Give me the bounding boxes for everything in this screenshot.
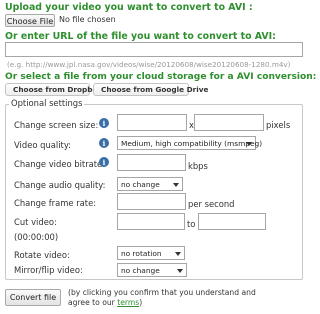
url-heading: Or enter URL of the file you want to con… — [5, 31, 276, 42]
chevron-down-icon — [175, 251, 181, 256]
info-icon[interactable]: i — [99, 157, 109, 167]
cut-video-format: (00:00:00) — [14, 232, 59, 242]
video-quality-select[interactable]: Medium, high compatibility (msmpeg) — [117, 136, 262, 150]
mirror-video-value: no change — [121, 265, 160, 275]
mirror-video-select[interactable]: no change — [117, 263, 187, 277]
url-example-text: (e.g. http://www.jpl.nasa.gov/videos/wis… — [7, 60, 291, 69]
info-icon[interactable]: i — [99, 118, 109, 128]
cut-start-input[interactable] — [117, 213, 185, 230]
video-bitrate-unit: kbps — [188, 161, 208, 171]
rotate-video-label: Rotate video: — [14, 250, 70, 260]
terms-note-prefix: agree to our — [68, 298, 118, 307]
screen-width-input[interactable] — [117, 114, 187, 131]
rotate-video-select[interactable]: no rotation — [117, 246, 185, 260]
frame-rate-input[interactable] — [117, 193, 186, 210]
screen-size-unit: pixels — [266, 120, 291, 130]
audio-quality-select[interactable]: no change — [117, 177, 183, 191]
terms-note-line1: (by clicking you confirm that you unders… — [68, 288, 256, 297]
rotate-video-value: no rotation — [121, 248, 162, 258]
info-icon[interactable]: i — [99, 138, 109, 148]
screen-height-input[interactable] — [194, 114, 264, 131]
frame-rate-unit: per second — [188, 199, 235, 209]
video-bitrate-input[interactable] — [117, 154, 186, 171]
terms-note-line2: agree to our terms) — [68, 298, 256, 308]
convert-file-button[interactable]: Convert file — [5, 289, 61, 306]
frame-rate-label: Change frame rate: — [14, 198, 97, 208]
terms-link[interactable]: terms — [117, 298, 139, 307]
google-drive-button-label: Choose from Google Drive — [101, 85, 209, 94]
url-input[interactable] — [5, 42, 303, 57]
upload-heading: Upload your video you want to convert to… — [5, 2, 253, 13]
cut-video-label: Cut video: — [14, 217, 57, 227]
choose-file-button[interactable]: Choose File — [5, 14, 55, 27]
terms-note-suffix: ) — [139, 298, 143, 307]
dropbox-button-label: Choose from Dropbox — [13, 85, 103, 94]
cut-video-to: to — [187, 219, 196, 229]
optional-settings-legend: Optional settings — [9, 98, 85, 108]
chevron-down-icon — [173, 182, 179, 187]
video-quality-value: Medium, high compatibility (msmpeg) — [121, 138, 263, 148]
video-quality-label: Video quality: — [14, 140, 71, 150]
audio-quality-value: no change — [121, 179, 160, 189]
mirror-video-label: Mirror/flip video: — [14, 265, 83, 275]
chevron-down-icon — [177, 268, 183, 273]
file-status-text: No file chosen — [59, 15, 116, 24]
audio-quality-label: Change audio quality: — [14, 180, 106, 190]
cut-end-input[interactable] — [198, 213, 266, 230]
google-drive-button[interactable]: Choose from Google Drive — [93, 83, 208, 96]
screen-size-label: Change screen size: — [14, 120, 99, 130]
chevron-down-icon — [246, 141, 252, 146]
video-bitrate-label: Change video bitrate: — [14, 159, 106, 169]
dropbox-button[interactable]: Choose from Dropbox — [5, 83, 102, 96]
cloud-heading: Or select a file from your cloud storage… — [5, 72, 317, 82]
terms-note: (by clicking you confirm that you unders… — [68, 288, 256, 308]
